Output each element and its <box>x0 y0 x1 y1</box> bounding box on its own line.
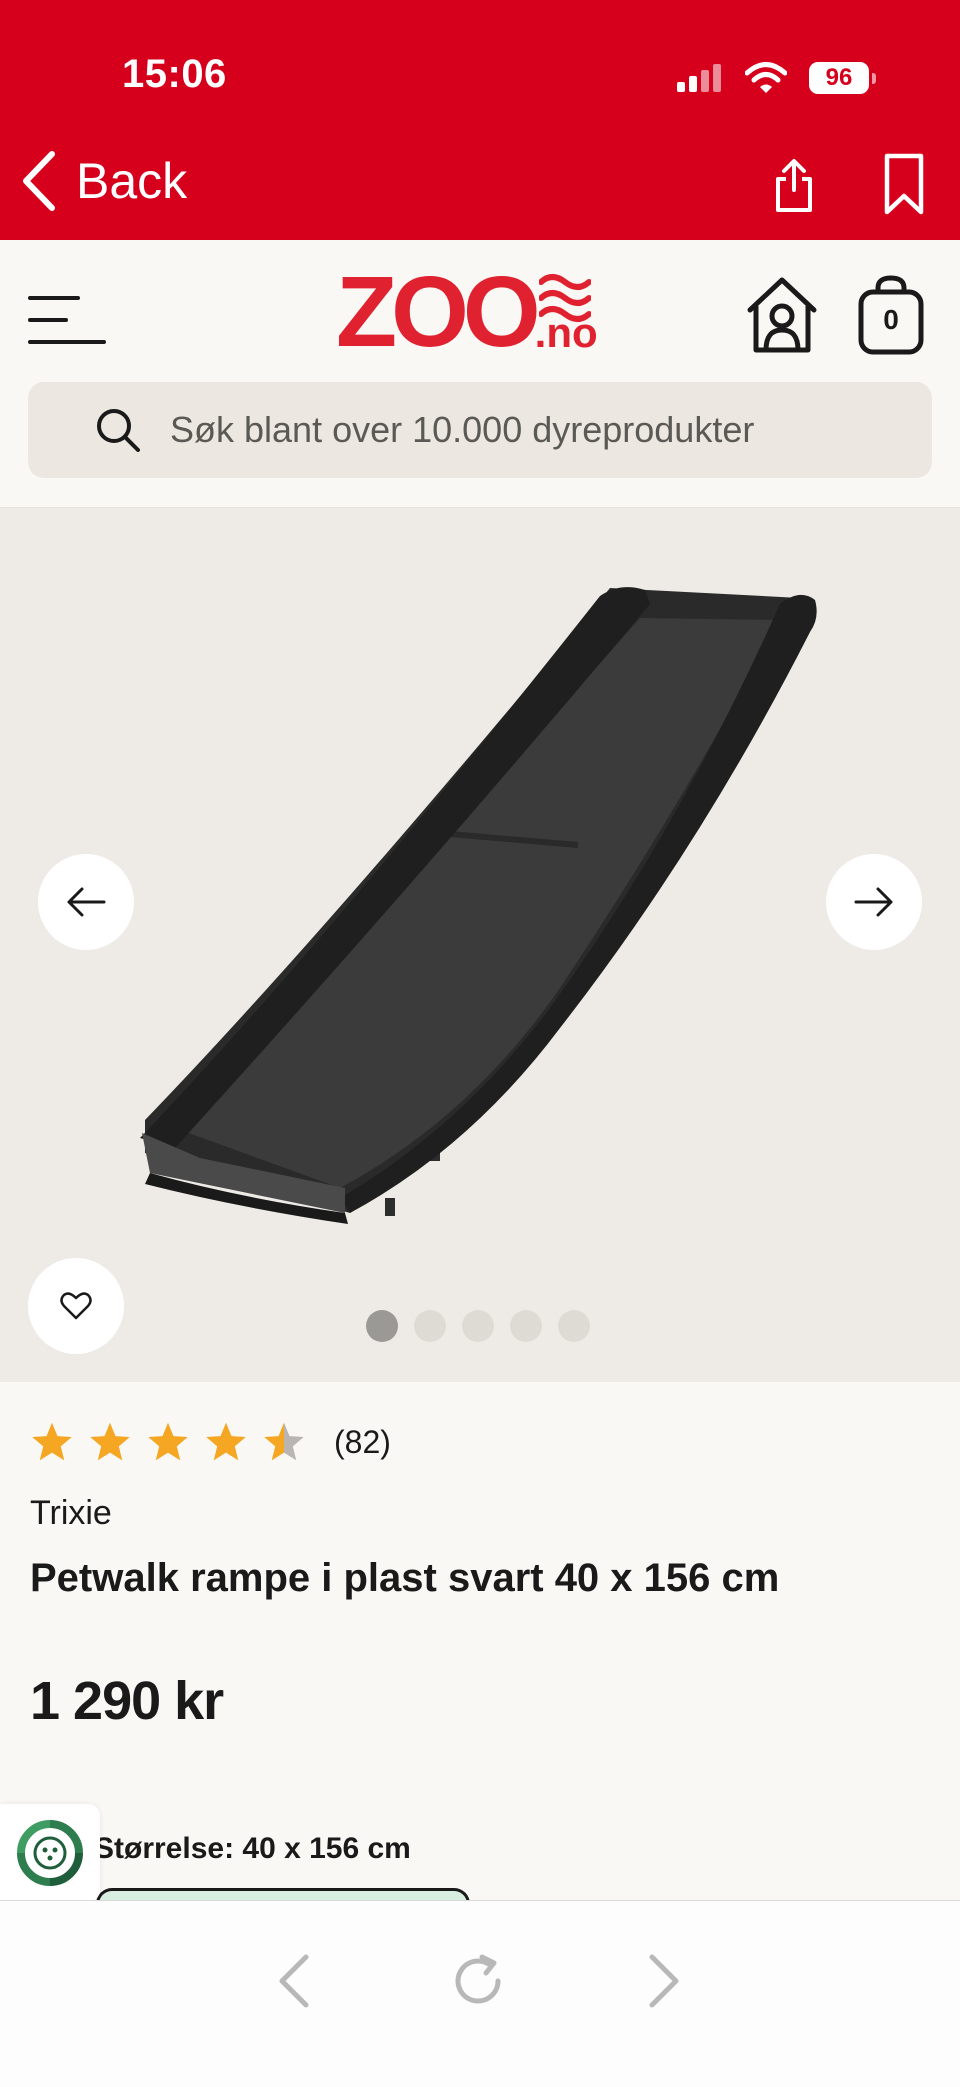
product-brand[interactable]: Trixie <box>30 1494 112 1533</box>
site-header: ZOO .no 0 Søk blant over 10.000 dyreprod… <box>0 240 960 508</box>
prev-image-button[interactable] <box>38 854 134 950</box>
status-icons: 96 <box>677 58 876 98</box>
search-placeholder: Søk blant over 10.000 dyreprodukter <box>170 409 755 450</box>
logo-text: ZOO <box>336 256 541 368</box>
product-info: (82) Trixie Petwalk rampe i plast svart … <box>0 1382 960 1928</box>
chevron-right-icon[interactable] <box>632 1951 692 2011</box>
product-gallery[interactable] <box>0 508 960 1382</box>
product-image <box>140 587 817 1224</box>
eco-icon <box>17 1820 83 1886</box>
rating[interactable]: (82) <box>30 1420 391 1464</box>
bookmark-icon[interactable] <box>882 152 926 216</box>
menu-icon[interactable] <box>28 292 106 348</box>
reload-icon[interactable] <box>448 1951 508 2011</box>
heart-icon <box>60 1292 92 1320</box>
favorite-button[interactable] <box>28 1258 124 1354</box>
gallery-dot[interactable] <box>366 1310 398 1342</box>
arrow-left-icon <box>67 887 106 917</box>
wifi-icon <box>745 62 787 93</box>
search-icon <box>97 409 140 452</box>
signal-icon <box>677 64 721 92</box>
next-image-button[interactable] <box>826 854 922 950</box>
cart-count: 0 <box>883 304 899 335</box>
gallery-pagination <box>366 1310 590 1342</box>
browser-toolbar <box>0 1900 960 2087</box>
review-count[interactable]: (82) <box>334 1424 391 1461</box>
house-user-icon[interactable] <box>744 274 820 356</box>
gallery-dot[interactable] <box>558 1310 590 1342</box>
battery-indicator: 96 <box>809 62 876 94</box>
top-bar: 15:06 96 Back <box>0 0 960 240</box>
star-half-icon <box>264 1422 304 1461</box>
back-button[interactable]: Back <box>20 150 187 212</box>
star-icon <box>90 1422 130 1461</box>
battery-level: 96 <box>809 62 869 94</box>
search-input[interactable]: Søk blant over 10.000 dyreprodukter <box>28 382 932 478</box>
product-title: Petwalk rampe i plast svart 40 x 156 cm <box>30 1556 780 1600</box>
gallery-dot[interactable] <box>414 1310 446 1342</box>
eco-badge[interactable] <box>0 1804 100 1902</box>
size-label: Størrelse: 40 x 156 cm <box>94 1832 411 1865</box>
status-time: 15:06 <box>122 52 227 96</box>
logo-suffix: .no <box>534 309 598 356</box>
zoo-logo[interactable]: ZOO .no <box>336 262 598 362</box>
star-icon <box>32 1422 72 1461</box>
back-label: Back <box>76 153 188 209</box>
arrow-right-icon <box>854 887 893 917</box>
share-icon[interactable] <box>772 158 816 214</box>
product-price: 1 290 kr <box>30 1671 224 1731</box>
chevron-left-icon <box>23 151 55 211</box>
gallery-dot[interactable] <box>462 1310 494 1342</box>
star-icon <box>206 1422 246 1461</box>
star-icon <box>148 1422 188 1461</box>
cart-button[interactable]: 0 <box>856 274 926 356</box>
gallery-dot[interactable] <box>510 1310 542 1342</box>
browser-back-icon[interactable] <box>266 1951 326 2011</box>
